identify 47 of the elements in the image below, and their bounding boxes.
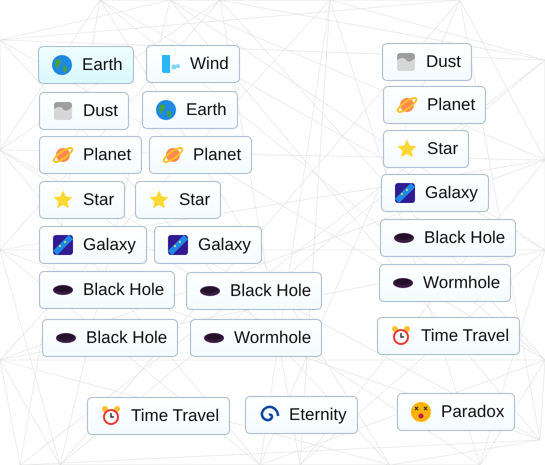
star-icon (52, 189, 74, 211)
element-tile[interactable]: Galaxy (381, 174, 489, 212)
galaxy-icon (52, 234, 74, 256)
element-tile[interactable]: Planet (149, 136, 252, 174)
dizzy-face-icon (410, 401, 432, 423)
star-icon (148, 189, 170, 211)
planet-icon (396, 94, 418, 116)
element-tile[interactable]: Planet (383, 86, 486, 124)
element-tile[interactable]: Paradox (397, 393, 516, 431)
element-tile[interactable]: Wind (146, 45, 240, 83)
element-tile[interactable]: Star (39, 181, 126, 219)
hole-icon (52, 285, 74, 295)
alarm-clock-icon (100, 405, 122, 427)
galaxy-icon (167, 234, 189, 256)
element-tile[interactable]: Dust (39, 92, 129, 130)
dust-icon (52, 100, 74, 122)
element-tile[interactable]: Eternity (245, 396, 358, 434)
dust-icon (395, 51, 417, 73)
element-tile[interactable]: Planet (39, 136, 142, 174)
hole-icon (393, 233, 415, 243)
element-tile[interactable]: Time Travel (377, 317, 520, 355)
element-tile[interactable]: Earth (38, 46, 134, 84)
element-tile[interactable]: Time Travel (87, 397, 230, 435)
element-tile[interactable]: Star (383, 130, 470, 168)
element-tile[interactable]: Wormhole (379, 264, 512, 302)
earth-icon (51, 54, 73, 76)
element-tile[interactable]: Black Hole (39, 271, 176, 309)
element-tile[interactable]: Star (135, 181, 222, 219)
alarm-clock-icon (390, 325, 412, 347)
planet-icon (52, 144, 74, 166)
element-tile[interactable]: Black Hole (42, 319, 178, 357)
hole-icon (203, 333, 225, 343)
planet-icon (162, 144, 184, 166)
galaxy-icon (394, 182, 416, 204)
element-tile[interactable]: Dust (382, 43, 472, 81)
element-tile[interactable]: Earth (142, 91, 238, 129)
hole-icon (392, 278, 414, 288)
element-tile[interactable]: Galaxy (154, 226, 262, 264)
element-tile[interactable]: Black Hole (186, 272, 322, 310)
wind-icon (159, 53, 181, 75)
element-tile[interactable]: Galaxy (39, 226, 147, 264)
earth-icon (155, 99, 177, 121)
hole-icon (199, 286, 221, 296)
hole-icon (55, 333, 77, 343)
element-tile[interactable]: Black Hole (380, 219, 516, 257)
star-icon (396, 138, 418, 160)
element-tile[interactable]: Wormhole (190, 319, 322, 357)
